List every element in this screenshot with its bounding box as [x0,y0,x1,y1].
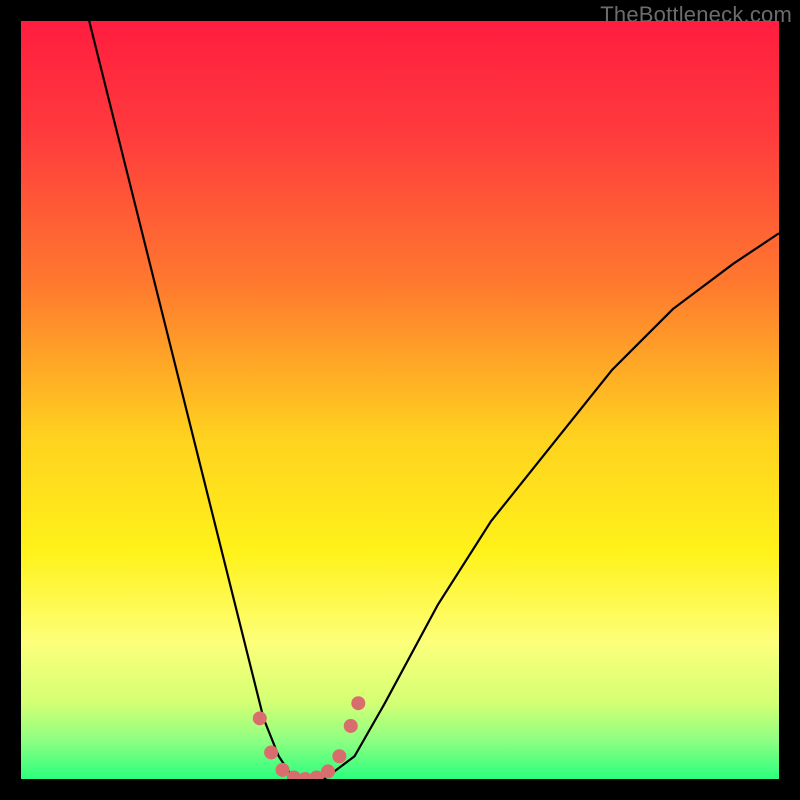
watermark-text: TheBottleneck.com [600,2,792,28]
bottleneck-chart [21,21,779,779]
gradient-background [21,21,779,779]
chart-frame [21,21,779,779]
